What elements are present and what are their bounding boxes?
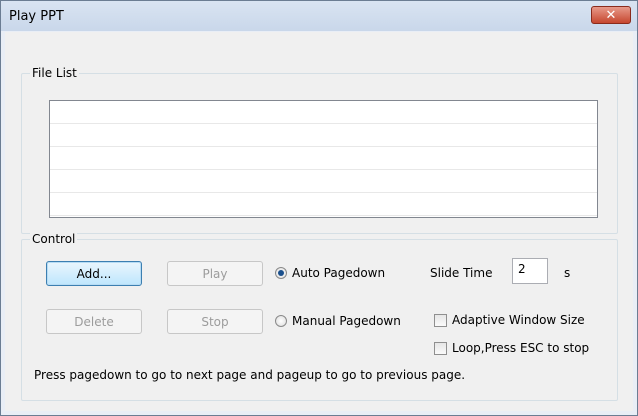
- list-item[interactable]: [50, 101, 597, 124]
- checkbox-icon: [434, 341, 447, 355]
- hint-text: Press pagedown to go to next page and pa…: [34, 368, 466, 382]
- list-item[interactable]: [50, 170, 597, 193]
- window-title: Play PPT: [9, 9, 64, 24]
- file-list-group: File List: [21, 66, 618, 234]
- loop-label: Loop,Press ESC to stop: [452, 341, 590, 355]
- adaptive-window-checkbox[interactable]: Adaptive Window Size: [434, 313, 585, 327]
- slide-time-unit: s: [564, 266, 571, 280]
- list-item[interactable]: [50, 193, 597, 216]
- slide-time-label: Slide Time: [430, 266, 493, 280]
- delete-button[interactable]: Delete: [46, 309, 142, 334]
- close-button[interactable]: ✕: [591, 6, 631, 24]
- manual-pagedown-label: Manual Pagedown: [292, 314, 401, 328]
- stop-button[interactable]: Stop: [167, 309, 263, 334]
- list-item[interactable]: [50, 124, 597, 147]
- checkbox-icon: [434, 313, 447, 327]
- auto-pagedown-label: Auto Pagedown: [292, 266, 386, 280]
- close-icon: ✕: [605, 7, 617, 23]
- dialog-body: File List Control Add... Play Delete Sto…: [5, 32, 633, 411]
- control-label: Control: [30, 232, 78, 246]
- slide-time-input[interactable]: 2: [512, 258, 548, 284]
- radio-selected-icon: [275, 267, 287, 279]
- radio-unselected-icon: [275, 315, 287, 327]
- play-button[interactable]: Play: [167, 261, 263, 286]
- file-listbox[interactable]: [49, 100, 598, 218]
- play-ppt-window: Play PPT ✕ File List Control Add... Play…: [0, 0, 638, 416]
- auto-pagedown-radio[interactable]: Auto Pagedown: [275, 266, 385, 280]
- add-button[interactable]: Add...: [46, 261, 142, 286]
- file-list-label: File List: [30, 66, 79, 80]
- list-item[interactable]: [50, 147, 597, 170]
- manual-pagedown-radio[interactable]: Manual Pagedown: [275, 314, 401, 328]
- title-bar[interactable]: Play PPT ✕: [1, 1, 637, 31]
- adaptive-window-label: Adaptive Window Size: [452, 313, 585, 327]
- control-group: Control Add... Play Delete Stop Auto Pag…: [21, 232, 618, 401]
- loop-checkbox[interactable]: Loop,Press ESC to stop: [434, 341, 589, 355]
